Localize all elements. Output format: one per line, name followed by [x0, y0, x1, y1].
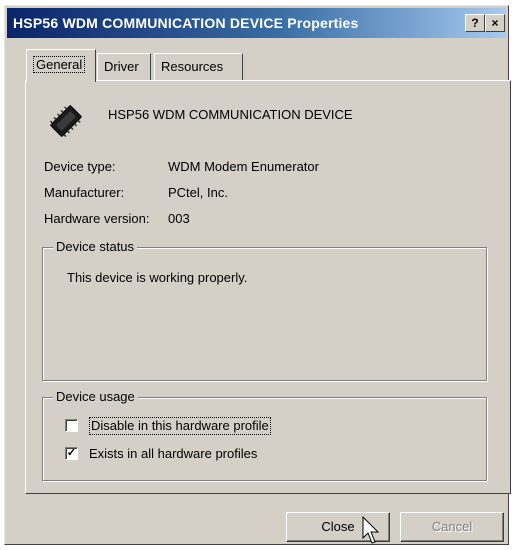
- device-usage-group: Device usage Disable in this hardware pr…: [42, 389, 487, 481]
- device-status-text: This device is working properly.: [67, 270, 248, 285]
- exists-all-profiles-label[interactable]: Exists in all hardware profiles: [89, 446, 257, 462]
- general-tab-panel: HSP56 WDM COMMUNICATION DEVICE Device ty…: [25, 80, 511, 494]
- tab-driver-label: Driver: [104, 59, 139, 74]
- manufacturer-value: PCtel, Inc.: [168, 185, 228, 200]
- tab-general[interactable]: General: [26, 49, 96, 82]
- cancel-button[interactable]: Cancel: [400, 512, 504, 542]
- hardware-version-label: Hardware version:: [44, 211, 150, 226]
- mouse-pointer-icon: [362, 516, 380, 544]
- help-button[interactable]: ?: [465, 14, 485, 32]
- manufacturer-label: Manufacturer:: [44, 185, 125, 200]
- tab-resources[interactable]: Resources: [154, 53, 243, 80]
- modem-chip-icon: [49, 105, 82, 138]
- device-type-label: Device type:: [44, 159, 116, 174]
- tab-general-label: General: [33, 56, 86, 73]
- device-usage-title: Device usage: [53, 389, 138, 405]
- device-status-title: Device status: [53, 239, 138, 255]
- window-title: HSP56 WDM COMMUNICATION DEVICE Propertie…: [13, 15, 359, 31]
- title-bar[interactable]: HSP56 WDM COMMUNICATION DEVICE Propertie…: [7, 8, 506, 38]
- tab-driver[interactable]: Driver: [97, 53, 151, 80]
- device-name: HSP56 WDM COMMUNICATION DEVICE: [108, 107, 353, 122]
- exists-all-profiles-checkbox[interactable]: ✓: [65, 447, 78, 460]
- device-status-group: Device status This device is working pro…: [42, 239, 487, 381]
- properties-dialog: HSP56 WDM COMMUNICATION DEVICE Propertie…: [4, 5, 511, 545]
- disable-profile-checkbox[interactable]: [65, 419, 78, 432]
- device-type-value: WDM Modem Enumerator: [168, 159, 319, 174]
- close-window-button[interactable]: ×: [485, 14, 505, 32]
- disable-profile-label[interactable]: Disable in this hardware profile: [89, 417, 271, 435]
- tab-resources-label: Resources: [161, 59, 224, 74]
- hardware-version-value: 003: [168, 211, 190, 226]
